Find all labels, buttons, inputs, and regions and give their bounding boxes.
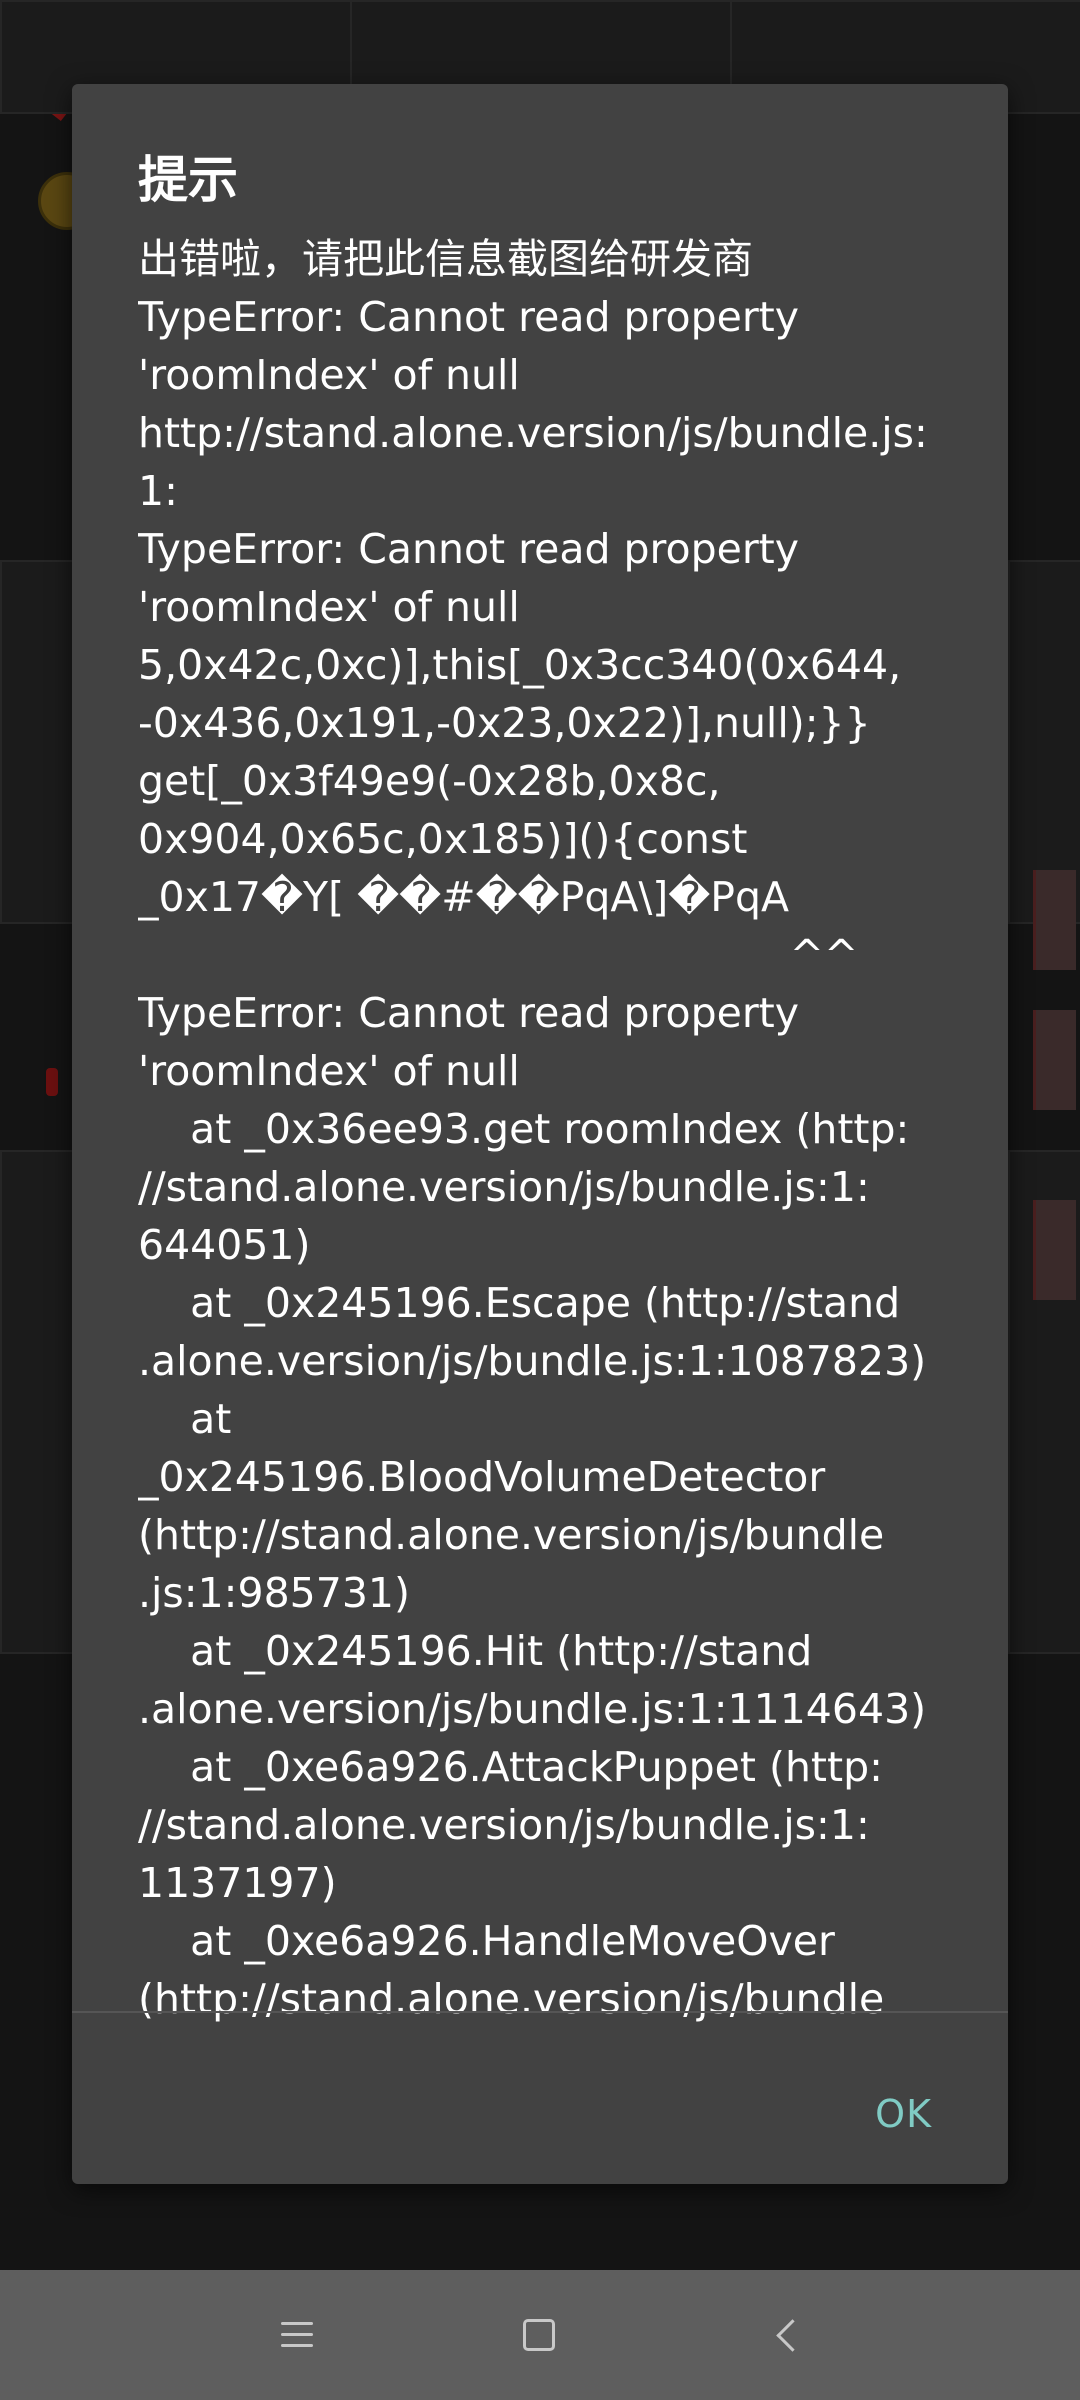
background-tile <box>0 560 76 924</box>
back-chevron-icon <box>775 2318 809 2352</box>
message-line: //stand.alone.version/js/bundle.js:1: <box>138 1163 870 1211</box>
message-line: get[_0x3f49e9(-0x28b,0x8c, <box>138 757 721 805</box>
message-line: .alone.version/js/bundle.js:1:1114643) <box>138 1685 927 1733</box>
message-line: .js:1:985731) <box>138 1569 411 1617</box>
bonus-marker <box>1033 870 1076 970</box>
dialog-message-scroll[interactable]: 出错啦，请把此信息截图给研发商 TypeError: Cannot read pr… <box>138 230 1008 2090</box>
dialog-title: 提示 <box>138 151 238 209</box>
red-marker-decoration <box>46 1068 58 1096</box>
message-line: 'roomIndex' of null <box>138 583 520 631</box>
message-line: at _0x36ee93.get roomIndex (http: <box>138 1105 910 1153</box>
message-line: 5,0x42c,0xc)],this[_0x3cc340(0x644, <box>138 641 902 689</box>
message-line: 1: <box>138 467 178 515</box>
bonus-marker <box>1033 1010 1076 1110</box>
screen: 提示 出错啦，请把此信息截图给研发商 TypeError: Cannot read… <box>0 0 1080 2400</box>
message-line: _0x17�Y[ ��#��PqA\]�PqA <box>138 873 790 921</box>
home-button[interactable] <box>474 2270 604 2400</box>
message-line: at _0x245196.Hit (http://stand <box>138 1627 813 1675</box>
back-button[interactable] <box>722 2270 852 2400</box>
error-dialog: 提示 出错啦，请把此信息截图给研发商 TypeError: Cannot read… <box>72 84 1008 2184</box>
message-line: http://stand.alone.version/js/bundle.js: <box>138 409 928 457</box>
message-line: at <box>138 1395 232 1443</box>
error-message: 出错啦，请把此信息截图给研发商 TypeError: Cannot read pr… <box>138 230 1008 2028</box>
message-line: ^^ <box>138 931 859 979</box>
message-line: 'roomIndex' of null <box>138 351 520 399</box>
message-line: at _0xe6a926.HandleMoveOver <box>138 1917 835 1965</box>
message-line: 0x904,0x65c,0x185)](){const <box>138 815 748 863</box>
menu-lines-icon <box>281 2322 313 2348</box>
message-line: //stand.alone.version/js/bundle.js:1: <box>138 1801 870 1849</box>
ok-button[interactable]: OK <box>875 2092 932 2136</box>
message-line: -0x436,0x191,-0x23,0x22)],null);}} <box>138 699 871 747</box>
message-line: .alone.version/js/bundle.js:1:1087823) <box>138 1337 927 1385</box>
recents-button[interactable] <box>232 2270 362 2400</box>
message-line: (http://stand.alone.version/js/bundle <box>138 1511 885 1559</box>
message-line: TypeError: Cannot read property <box>138 525 800 573</box>
message-line: (http://stand.alone.version/js/bundle <box>138 1975 885 2023</box>
message-line: _0x245196.BloodVolumeDetector <box>138 1453 826 1501</box>
message-line: 'roomIndex' of null <box>138 1047 520 1095</box>
bonus-marker <box>1033 1200 1076 1300</box>
message-line: at _0x245196.Escape (http://stand <box>138 1279 901 1327</box>
message-line: 644051) <box>138 1221 311 1269</box>
message-line: TypeError: Cannot read property <box>138 989 800 1037</box>
message-line: 1137197) <box>138 1859 337 1907</box>
dialog-divider <box>72 2011 1008 2013</box>
home-square-icon <box>523 2319 555 2351</box>
message-line: TypeError: Cannot read property <box>138 293 800 341</box>
message-line: at _0xe6a926.AttackPuppet (http: <box>138 1743 883 1791</box>
background-tile <box>0 1150 76 1654</box>
navigation-bar <box>0 2270 1080 2400</box>
message-line: 出错啦，请把此信息截图给研发商 <box>138 235 753 283</box>
